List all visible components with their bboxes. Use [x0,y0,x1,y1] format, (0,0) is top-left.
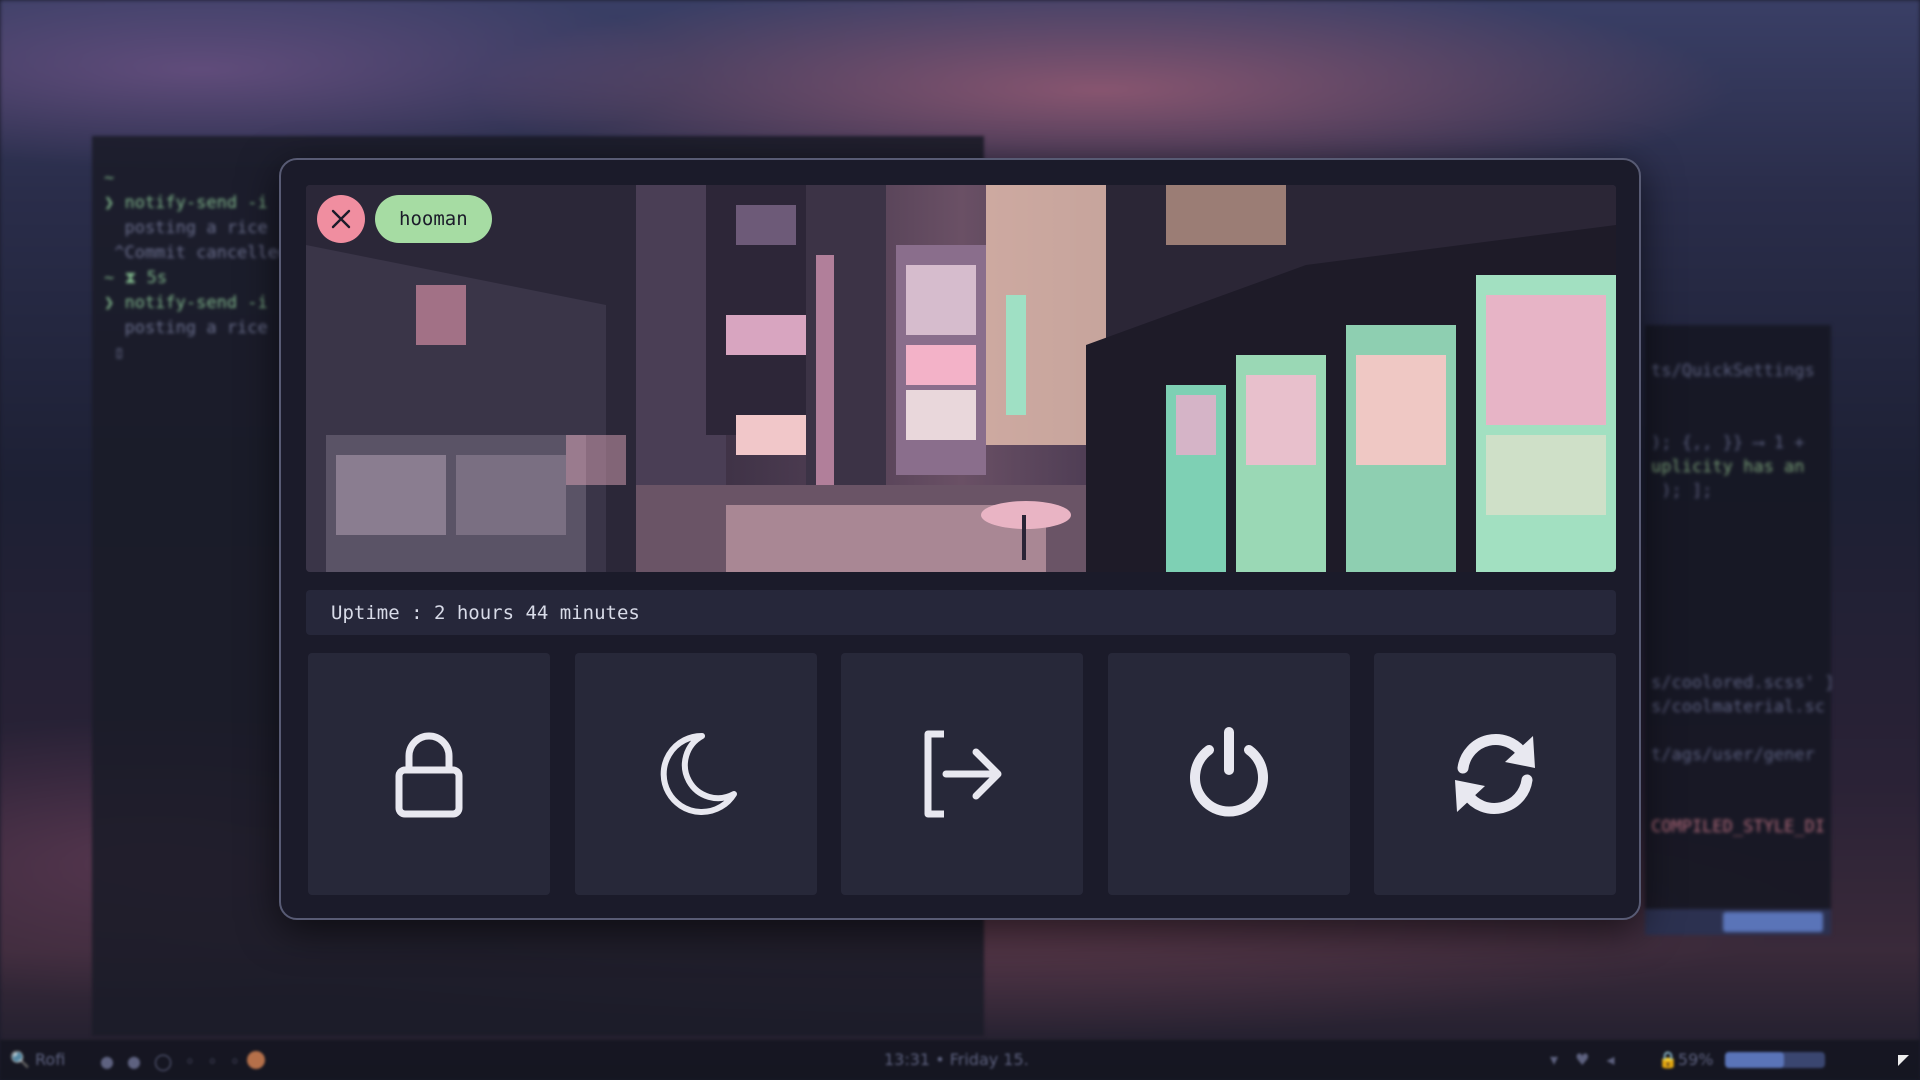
cyberpunk-street-illustration [306,185,1616,572]
battery-bar [1725,1052,1825,1068]
close-button[interactable] [317,195,365,243]
power-menu-panel: hooman Uptime : 2 hours 44 minutes [279,158,1641,920]
banner-image [306,185,1616,572]
uptime-label: Uptime : 2 hours 44 minutes [306,590,1616,635]
system-tray-icons[interactable]: ▾ ♥ ◂ [1550,1050,1621,1069]
background-editor-window: ts/QuickSettings ); {,, }} ⟶ 1 + uplicity … [1645,325,1831,935]
editor-line: s/coolmaterial.sc [1651,697,1825,717]
moon-icon [660,732,737,815]
taskbar-clock: 13:31 • Friday 15. [884,1050,1029,1069]
power-actions-row [308,653,1616,895]
sleep-button[interactable] [574,653,817,895]
editor-statusline [1645,909,1831,935]
workspace-indicators[interactable]: ● ● ◯ ◦ ◦ ◦ ◦ [100,1052,266,1071]
taskbar: 🔍 Rofi ● ● ◯ ◦ ◦ ◦ ◦ 13:31 • Friday 15. … [0,1040,1920,1080]
editor-line: ); ]; [1651,481,1713,501]
editor-line: ts/QuickSettings [1651,361,1815,381]
logout-button[interactable] [841,653,1083,895]
editor-line: t/ags/user/gener [1651,745,1815,765]
editor-line: uplicity has an [1651,457,1805,477]
logout-icon [924,730,1002,818]
mouse-cursor-icon [1898,1055,1909,1066]
username-badge: hooman [375,195,492,243]
lock-button[interactable] [308,653,550,895]
close-icon [331,209,351,229]
editor-line: COMPILED_STYLE_DI [1651,817,1825,837]
shutdown-button[interactable] [1107,653,1350,895]
battery-status: 🔒59% [1658,1050,1714,1069]
firefox-icon[interactable] [247,1051,265,1069]
lock-icon [395,732,463,818]
power-icon [1189,727,1268,817]
reboot-button[interactable] [1374,653,1616,895]
editor-line: s/coolored.scss' } [1651,673,1831,693]
refresh-icon [1455,734,1535,814]
editor-line: ); {,, }} ⟶ 1 + [1651,433,1805,453]
launcher-button[interactable]: 🔍 Rofi [10,1050,65,1069]
